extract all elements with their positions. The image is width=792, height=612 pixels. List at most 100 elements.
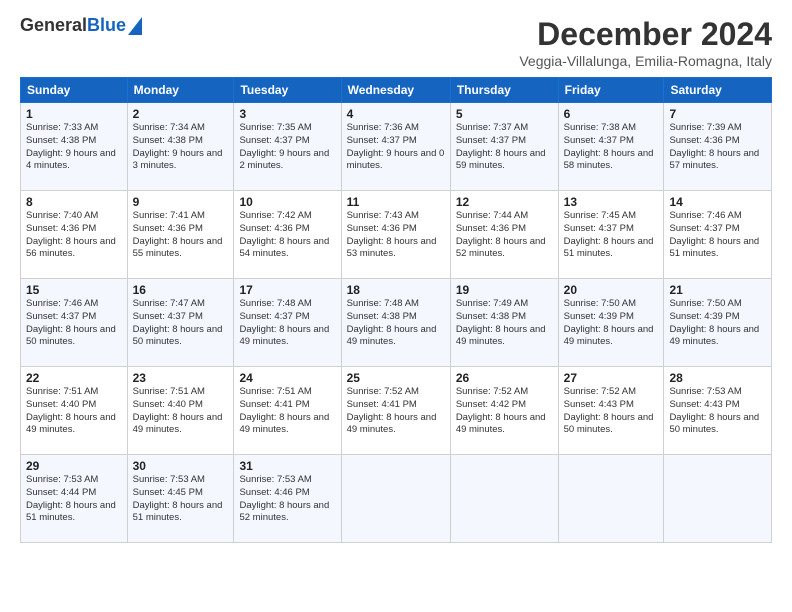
calendar-cell: 24Sunrise: 7:51 AMSunset: 4:41 PMDayligh… <box>234 367 341 455</box>
day-number: 26 <box>456 371 553 385</box>
day-info: Sunrise: 7:46 AMSunset: 4:37 PMDaylight:… <box>26 298 122 349</box>
day-info: Sunrise: 7:50 AMSunset: 4:39 PMDaylight:… <box>564 298 659 349</box>
week-row-4: 22Sunrise: 7:51 AMSunset: 4:40 PMDayligh… <box>21 367 772 455</box>
day-number: 27 <box>564 371 659 385</box>
calendar-cell: 10Sunrise: 7:42 AMSunset: 4:36 PMDayligh… <box>234 191 341 279</box>
logo: GeneralBlue <box>20 16 142 36</box>
calendar-cell: 12Sunrise: 7:44 AMSunset: 4:36 PMDayligh… <box>450 191 558 279</box>
day-number: 7 <box>669 107 766 121</box>
logo-triangle-icon <box>128 17 142 35</box>
day-number: 9 <box>133 195 229 209</box>
day-number: 14 <box>669 195 766 209</box>
calendar-cell <box>450 455 558 543</box>
header-cell-friday: Friday <box>558 78 664 103</box>
calendar-cell: 11Sunrise: 7:43 AMSunset: 4:36 PMDayligh… <box>341 191 450 279</box>
day-info: Sunrise: 7:36 AMSunset: 4:37 PMDaylight:… <box>347 122 445 173</box>
day-info: Sunrise: 7:53 AMSunset: 4:45 PMDaylight:… <box>133 474 229 525</box>
calendar-cell: 9Sunrise: 7:41 AMSunset: 4:36 PMDaylight… <box>127 191 234 279</box>
page: GeneralBlue December 2024 Veggia-Villalu… <box>0 0 792 612</box>
day-number: 10 <box>239 195 335 209</box>
day-info: Sunrise: 7:40 AMSunset: 4:36 PMDaylight:… <box>26 210 122 261</box>
day-number: 12 <box>456 195 553 209</box>
calendar-cell: 23Sunrise: 7:51 AMSunset: 4:40 PMDayligh… <box>127 367 234 455</box>
calendar-cell: 30Sunrise: 7:53 AMSunset: 4:45 PMDayligh… <box>127 455 234 543</box>
week-row-5: 29Sunrise: 7:53 AMSunset: 4:44 PMDayligh… <box>21 455 772 543</box>
calendar-cell: 19Sunrise: 7:49 AMSunset: 4:38 PMDayligh… <box>450 279 558 367</box>
day-number: 25 <box>347 371 445 385</box>
calendar-cell: 2Sunrise: 7:34 AMSunset: 4:38 PMDaylight… <box>127 103 234 191</box>
day-info: Sunrise: 7:51 AMSunset: 4:40 PMDaylight:… <box>133 386 229 437</box>
day-info: Sunrise: 7:46 AMSunset: 4:37 PMDaylight:… <box>669 210 766 261</box>
day-number: 1 <box>26 107 122 121</box>
week-row-1: 1Sunrise: 7:33 AMSunset: 4:38 PMDaylight… <box>21 103 772 191</box>
day-info: Sunrise: 7:52 AMSunset: 4:41 PMDaylight:… <box>347 386 445 437</box>
day-info: Sunrise: 7:52 AMSunset: 4:43 PMDaylight:… <box>564 386 659 437</box>
calendar-header: SundayMondayTuesdayWednesdayThursdayFrid… <box>21 78 772 103</box>
day-number: 4 <box>347 107 445 121</box>
calendar-cell: 22Sunrise: 7:51 AMSunset: 4:40 PMDayligh… <box>21 367 128 455</box>
day-number: 24 <box>239 371 335 385</box>
day-info: Sunrise: 7:35 AMSunset: 4:37 PMDaylight:… <box>239 122 335 173</box>
calendar-cell: 6Sunrise: 7:38 AMSunset: 4:37 PMDaylight… <box>558 103 664 191</box>
day-info: Sunrise: 7:52 AMSunset: 4:42 PMDaylight:… <box>456 386 553 437</box>
calendar-cell: 20Sunrise: 7:50 AMSunset: 4:39 PMDayligh… <box>558 279 664 367</box>
calendar-cell: 4Sunrise: 7:36 AMSunset: 4:37 PMDaylight… <box>341 103 450 191</box>
header-cell-tuesday: Tuesday <box>234 78 341 103</box>
day-info: Sunrise: 7:47 AMSunset: 4:37 PMDaylight:… <box>133 298 229 349</box>
day-info: Sunrise: 7:39 AMSunset: 4:36 PMDaylight:… <box>669 122 766 173</box>
day-number: 3 <box>239 107 335 121</box>
day-number: 28 <box>669 371 766 385</box>
header: GeneralBlue December 2024 Veggia-Villalu… <box>20 16 772 69</box>
day-number: 11 <box>347 195 445 209</box>
calendar-cell: 26Sunrise: 7:52 AMSunset: 4:42 PMDayligh… <box>450 367 558 455</box>
calendar-cell: 28Sunrise: 7:53 AMSunset: 4:43 PMDayligh… <box>664 367 772 455</box>
logo-general-text: GeneralBlue <box>20 16 126 36</box>
calendar-cell: 25Sunrise: 7:52 AMSunset: 4:41 PMDayligh… <box>341 367 450 455</box>
calendar-cell: 29Sunrise: 7:53 AMSunset: 4:44 PMDayligh… <box>21 455 128 543</box>
day-info: Sunrise: 7:37 AMSunset: 4:37 PMDaylight:… <box>456 122 553 173</box>
calendar-cell: 31Sunrise: 7:53 AMSunset: 4:46 PMDayligh… <box>234 455 341 543</box>
header-cell-wednesday: Wednesday <box>341 78 450 103</box>
day-info: Sunrise: 7:50 AMSunset: 4:39 PMDaylight:… <box>669 298 766 349</box>
day-number: 29 <box>26 459 122 473</box>
calendar-cell: 8Sunrise: 7:40 AMSunset: 4:36 PMDaylight… <box>21 191 128 279</box>
week-row-2: 8Sunrise: 7:40 AMSunset: 4:36 PMDaylight… <box>21 191 772 279</box>
day-number: 30 <box>133 459 229 473</box>
day-info: Sunrise: 7:33 AMSunset: 4:38 PMDaylight:… <box>26 122 122 173</box>
calendar-cell: 21Sunrise: 7:50 AMSunset: 4:39 PMDayligh… <box>664 279 772 367</box>
calendar-cell: 3Sunrise: 7:35 AMSunset: 4:37 PMDaylight… <box>234 103 341 191</box>
calendar-cell: 1Sunrise: 7:33 AMSunset: 4:38 PMDaylight… <box>21 103 128 191</box>
calendar-body: 1Sunrise: 7:33 AMSunset: 4:38 PMDaylight… <box>21 103 772 543</box>
calendar-cell <box>664 455 772 543</box>
calendar-cell <box>558 455 664 543</box>
day-info: Sunrise: 7:48 AMSunset: 4:37 PMDaylight:… <box>239 298 335 349</box>
day-info: Sunrise: 7:53 AMSunset: 4:46 PMDaylight:… <box>239 474 335 525</box>
week-row-3: 15Sunrise: 7:46 AMSunset: 4:37 PMDayligh… <box>21 279 772 367</box>
header-cell-thursday: Thursday <box>450 78 558 103</box>
day-info: Sunrise: 7:51 AMSunset: 4:40 PMDaylight:… <box>26 386 122 437</box>
calendar-cell: 17Sunrise: 7:48 AMSunset: 4:37 PMDayligh… <box>234 279 341 367</box>
day-number: 16 <box>133 283 229 297</box>
day-info: Sunrise: 7:51 AMSunset: 4:41 PMDaylight:… <box>239 386 335 437</box>
calendar-cell: 5Sunrise: 7:37 AMSunset: 4:37 PMDaylight… <box>450 103 558 191</box>
day-info: Sunrise: 7:34 AMSunset: 4:38 PMDaylight:… <box>133 122 229 173</box>
main-title: December 2024 <box>519 16 772 53</box>
day-info: Sunrise: 7:53 AMSunset: 4:43 PMDaylight:… <box>669 386 766 437</box>
calendar-cell: 16Sunrise: 7:47 AMSunset: 4:37 PMDayligh… <box>127 279 234 367</box>
calendar-cell: 18Sunrise: 7:48 AMSunset: 4:38 PMDayligh… <box>341 279 450 367</box>
calendar-cell <box>341 455 450 543</box>
header-cell-monday: Monday <box>127 78 234 103</box>
day-info: Sunrise: 7:53 AMSunset: 4:44 PMDaylight:… <box>26 474 122 525</box>
day-number: 6 <box>564 107 659 121</box>
day-number: 31 <box>239 459 335 473</box>
day-number: 20 <box>564 283 659 297</box>
calendar-cell: 27Sunrise: 7:52 AMSunset: 4:43 PMDayligh… <box>558 367 664 455</box>
day-number: 13 <box>564 195 659 209</box>
calendar-cell: 7Sunrise: 7:39 AMSunset: 4:36 PMDaylight… <box>664 103 772 191</box>
day-number: 5 <box>456 107 553 121</box>
day-number: 22 <box>26 371 122 385</box>
day-number: 18 <box>347 283 445 297</box>
day-info: Sunrise: 7:43 AMSunset: 4:36 PMDaylight:… <box>347 210 445 261</box>
day-number: 19 <box>456 283 553 297</box>
subtitle: Veggia-Villalunga, Emilia-Romagna, Italy <box>519 53 772 69</box>
